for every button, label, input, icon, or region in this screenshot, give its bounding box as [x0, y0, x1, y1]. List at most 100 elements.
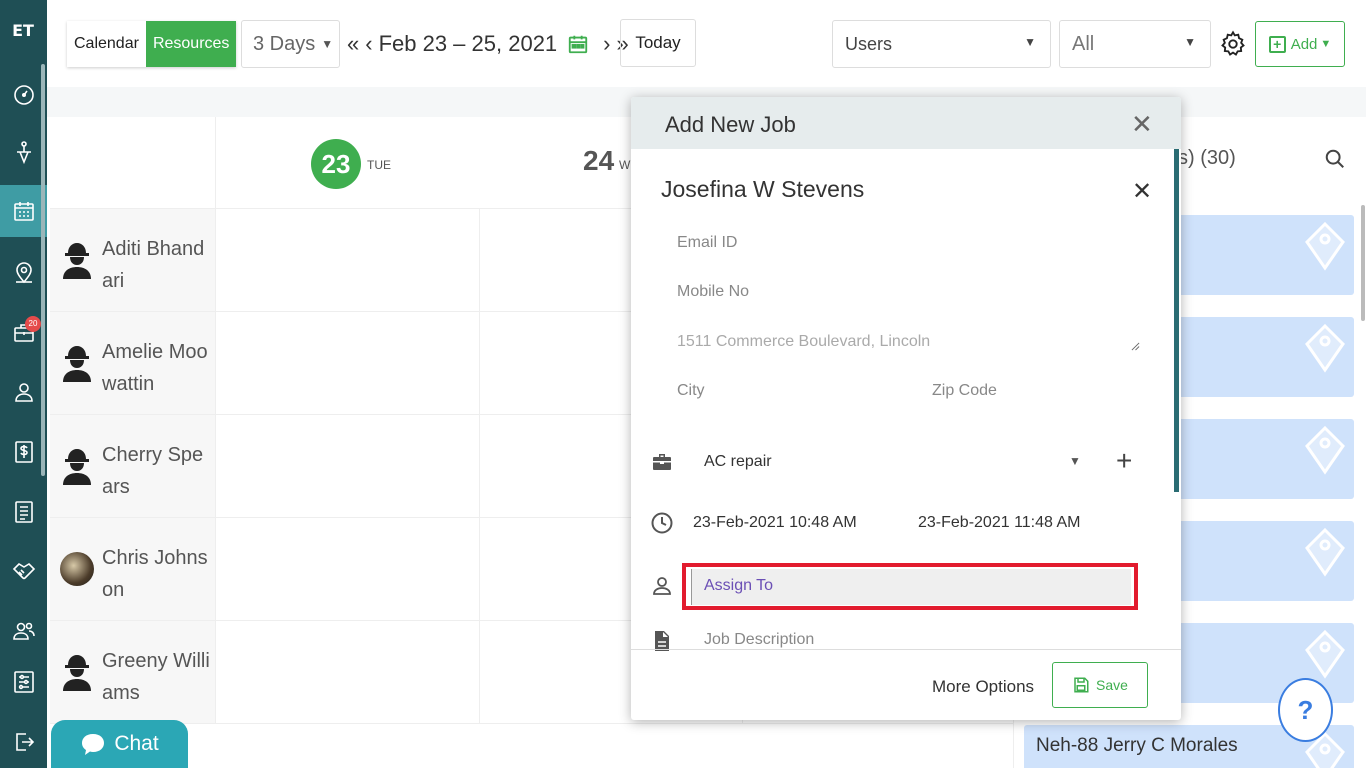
help-button[interactable]: ?: [1278, 678, 1333, 742]
briefcase-icon: [653, 454, 671, 470]
date-picker-icon[interactable]: [567, 33, 589, 55]
add-job-type-icon[interactable]: +: [1116, 445, 1132, 477]
employee-name: Greeny Williams: [102, 650, 210, 704]
add-button[interactable]: + Add ▼: [1255, 21, 1345, 67]
resource-name-cell[interactable]: Cherry Spears: [50, 415, 216, 517]
tag-icon: [1305, 527, 1345, 577]
email-field[interactable]: Email ID: [677, 234, 737, 252]
jobs-count-label: s) (30): [1178, 147, 1236, 169]
jobs-panel-scrollbar[interactable]: [1361, 205, 1365, 321]
modal-scrollbar[interactable]: [1174, 149, 1179, 492]
users-icon: [12, 622, 35, 640]
dashboard-icon: [13, 85, 34, 105]
mobile-field[interactable]: Mobile No: [677, 283, 749, 301]
close-icon[interactable]: ✕: [1131, 111, 1153, 137]
sidebar-item-dashboard[interactable]: [0, 69, 47, 121]
day-divider: [479, 415, 480, 517]
chat-label: Chat: [114, 732, 159, 755]
sidebar-item-customers[interactable]: [0, 366, 47, 418]
tag-icon: [1305, 425, 1345, 475]
tag-icon: [1305, 221, 1345, 271]
employee-name: Amelie Moowattin: [102, 341, 208, 395]
prev-range-double-icon[interactable]: «: [347, 31, 359, 57]
day-23-badge[interactable]: 23: [311, 139, 361, 189]
sidebar-item-logout[interactable]: [0, 716, 47, 768]
resource-name-cell[interactable]: Amelie Moowattin: [50, 312, 216, 414]
sidebar-item-deals[interactable]: [0, 545, 47, 597]
sidebar-item-settings[interactable]: [0, 656, 47, 708]
chevron-down-icon: ▼: [1184, 35, 1196, 49]
prev-range-icon[interactable]: ‹: [365, 31, 372, 57]
day-24-number[interactable]: 24: [583, 145, 614, 177]
chevron-down-icon: ▼: [1320, 38, 1332, 50]
modal-header: Add New Job ✕: [631, 97, 1181, 149]
employee-name: Aditi Bhandari: [102, 238, 205, 292]
employee-name: Cherry Spears: [102, 444, 204, 498]
sidebar-item-map[interactable]: [0, 247, 47, 299]
day-divider: [479, 312, 480, 414]
day-divider: [479, 518, 480, 620]
sidebar-item-lists[interactable]: [0, 486, 47, 538]
status-filter-select[interactable]: All ▼: [1059, 20, 1211, 68]
next-range-icon[interactable]: ›: [603, 31, 610, 57]
job-card-title: Neh-88 Jerry C Morales: [1036, 735, 1238, 756]
day-divider: [479, 621, 480, 723]
end-datetime-field[interactable]: 23-Feb-2021 11:48 AM: [918, 514, 1080, 532]
more-options-link[interactable]: More Options: [932, 677, 1034, 697]
add-new-job-modal: Add New Job ✕ Josefina W Stevens ✕ Email…: [631, 97, 1181, 720]
gear-icon[interactable]: [1219, 30, 1247, 58]
top-toolbar: Calendar Resources 3 Days ▼ « ‹ Feb 23 –…: [47, 0, 1366, 87]
today-button[interactable]: Today: [620, 19, 696, 67]
logout-icon: [15, 733, 34, 751]
chevron-down-icon[interactable]: ▼: [1069, 454, 1081, 468]
resource-name-cell[interactable]: Chris Johnson: [50, 518, 216, 620]
date-range-label: Feb 23 – 25, 2021: [378, 31, 558, 56]
tag-icon: [1305, 323, 1345, 373]
status-filter-value: All: [1072, 32, 1095, 55]
job-description-field[interactable]: Job Description: [704, 631, 814, 649]
users-filter-value: Users: [845, 33, 893, 54]
sidebar-item-dispatch[interactable]: [0, 126, 47, 178]
resource-name-cell[interactable]: Greeny Williams: [50, 621, 216, 723]
zip-code-field[interactable]: Zip Code: [932, 382, 997, 400]
chevron-down-icon: ▼: [1024, 35, 1036, 49]
worker-avatar-icon: [63, 449, 91, 485]
clock-icon: [651, 512, 673, 534]
person-icon: [653, 577, 671, 595]
chat-button[interactable]: Chat: [51, 720, 188, 768]
modal-footer-divider: [631, 649, 1181, 650]
resources-view-button[interactable]: Resources: [145, 21, 237, 67]
sidebar-item-jobs[interactable]: 20: [0, 307, 47, 359]
save-button[interactable]: Save: [1052, 662, 1148, 708]
save-button-label: Save: [1096, 677, 1128, 693]
app-logo[interactable]: ET: [9, 14, 37, 48]
floppy-disk-icon: [1074, 677, 1089, 693]
clear-customer-icon[interactable]: ✕: [1132, 177, 1152, 206]
sidebar-item-calendar[interactable]: [0, 185, 47, 237]
plus-square-icon: +: [1268, 35, 1286, 53]
day-divider: [479, 209, 480, 311]
sidebar-scrollbar[interactable]: [41, 64, 45, 476]
calendar-view-button[interactable]: Calendar: [67, 21, 146, 67]
add-button-label: Add: [1290, 35, 1318, 53]
job-type-select[interactable]: AC repair: [704, 453, 772, 471]
day-23-weekday: TUE: [367, 158, 391, 172]
tag-icon: [1305, 629, 1345, 679]
start-datetime-field[interactable]: 23-Feb-2021 10:48 AM: [693, 514, 857, 532]
resize-handle-icon[interactable]: [1131, 342, 1140, 351]
address-field[interactable]: 1511 Commerce Boulevard, Lincoln: [677, 333, 930, 351]
sidebar-item-team[interactable]: [0, 605, 47, 657]
search-icon[interactable]: [1324, 148, 1346, 170]
sidebar-item-invoices[interactable]: [0, 426, 47, 478]
city-field[interactable]: City: [677, 382, 705, 400]
resource-name-cell[interactable]: Aditi Bhandari: [50, 209, 216, 311]
users-filter-select[interactable]: Users ▼: [832, 20, 1051, 68]
map-pin-icon: [15, 262, 32, 284]
settings-sliders-icon: [13, 671, 34, 693]
days-range-select[interactable]: 3 Days ▼: [241, 20, 340, 68]
worker-avatar-icon: [63, 655, 91, 691]
chat-bubble-icon: [82, 734, 105, 755]
view-switcher: Calendar Resources: [67, 21, 237, 67]
days-range-value: 3 Days: [253, 32, 316, 55]
jobs-badge: 20: [25, 316, 41, 332]
